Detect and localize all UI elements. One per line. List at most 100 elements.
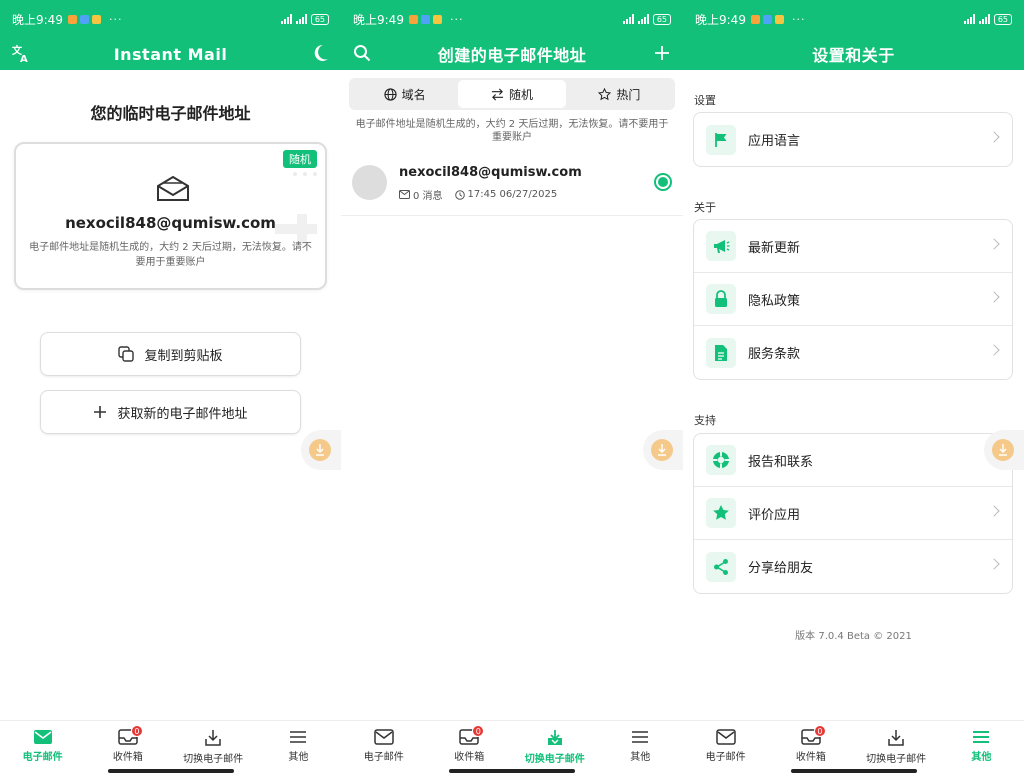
svg-text:A: A [20,54,28,63]
tab-popular[interactable]: 热门 [566,80,673,108]
notification-icons [408,14,442,24]
created-time: 17:45 06/27/2025 [454,189,558,200]
nav-mail[interactable]: 电子邮件 [0,721,85,778]
signal-icon [978,14,990,24]
inbox-count-badge: 0 [472,725,485,737]
support-item-rate[interactable]: 评价应用 [694,487,1012,540]
lifebuoy-icon [706,445,736,475]
page-title: 设置和关于 [812,46,895,65]
screen-settings: 晚上9:49 ··· 65 设置和关于 设置 应用语言 关于 最新更新 隐私政策… [683,0,1024,778]
section-settings: 设置 [694,94,716,107]
tab-random[interactable]: 随机 [458,80,566,108]
inbox-count-badge: 0 [130,725,143,737]
pin-icon [992,439,1014,461]
home-indicator[interactable] [449,769,575,773]
status-time: 晚上9:49 [12,12,63,27]
support-item-share[interactable]: 分享给朋友 [694,540,1012,593]
app-title: Instant Mail [113,44,228,64]
mail-icon [374,729,394,745]
status-right: 65 [622,13,671,25]
nav-other[interactable]: 其他 [939,721,1024,778]
bottom-nav: 电子邮件 0 收件箱 切换电子邮件 其他 [0,720,341,778]
floating-assist-button[interactable] [301,430,341,470]
status-bar: 晚上9:49 ··· 65 [0,0,341,38]
status-more: ··· [791,12,806,26]
mode-segmented-control: 域名 随机 热门 [349,78,675,110]
chevron-right-icon [988,291,1000,303]
mail-icon [715,729,736,745]
translate-icon[interactable]: 文A [10,42,32,64]
nav-other-label: 其他 [971,752,992,763]
battery-icon: 65 [993,13,1012,25]
email-card: 随机 nexocil848@qumisw.com 电子邮件地址是随机生成的，大约… [14,142,327,290]
email-note: 电子邮件地址是随机生成的，大约 2 天后过期，无法恢复。请不要用于重要账户 [29,242,312,268]
app-notification-icon [408,14,418,24]
created-time-label: 17:45 06/27/2025 [467,189,558,200]
menu-icon [632,731,649,743]
nav-other[interactable]: 其他 [256,721,341,778]
nav-inbox-label: 收件箱 [454,752,485,763]
dark-mode-icon[interactable] [309,42,331,64]
home-indicator[interactable] [790,769,917,773]
address-row[interactable]: nexocil848@qumisw.com 0 消息 17:45 06/27/2… [341,150,683,216]
random-badge: 随机 [283,150,317,168]
about-item-terms[interactable]: 服务条款 [694,326,1012,379]
pin-icon [651,439,673,461]
address-note: 电子邮件地址是随机生成的，大约 2 天后过期，无法恢复。请不要用于重要账户 [355,119,669,143]
avatar [352,165,387,200]
signal-icon [295,14,307,24]
copy-to-clipboard-button[interactable]: 复制到剪贴板 [40,332,301,376]
selected-radio[interactable] [654,173,672,191]
home-indicator[interactable] [107,769,234,773]
plus-icon [94,406,107,418]
message-count-label: 0 消息 [413,191,443,202]
bottom-nav: 电子邮件 0 收件箱 切换电子邮件 其他 [341,720,683,778]
battery-icon: 65 [310,13,329,25]
about-item-updates[interactable]: 最新更新 [694,220,1012,273]
nav-other[interactable]: 其他 [598,721,684,778]
nav-inbox-label: 收件箱 [795,752,826,763]
notification-icons [750,14,784,24]
top-bar: 晚上9:49 ··· 65 设置和关于 [683,0,1024,70]
status-bar: 晚上9:49 ··· 65 [341,0,683,38]
app-notification-icon [762,14,772,24]
status-right: 65 [280,13,329,25]
floating-assist-button[interactable] [984,430,1024,470]
support-item-label: 评价应用 [748,507,801,523]
copy-label: 复制到剪贴板 [144,348,223,364]
document-icon [706,337,736,368]
inbox-count-badge: 0 [813,725,826,737]
nav-switch-label: 切换电子邮件 [866,754,927,765]
lock-icon [706,284,736,314]
notification-icons [67,14,101,24]
floating-assist-button[interactable] [643,430,683,470]
settings-item-language[interactable]: 应用语言 [694,113,1012,166]
nav-mail-label: 电子邮件 [22,752,63,763]
status-right: 65 [963,13,1012,25]
status-time: 晚上9:49 [695,12,746,27]
row-email: nexocil848@qumisw.com [399,165,582,180]
message-count: 0 消息 [399,187,443,202]
settings-group: 应用语言 [693,112,1013,167]
swap-icon [491,88,504,100]
chevron-right-icon [988,131,1000,143]
about-item-privacy[interactable]: 隐私政策 [694,273,1012,326]
chevron-right-icon [988,505,1000,517]
search-icon[interactable] [351,42,373,64]
email-address[interactable]: nexocil848@qumisw.com [16,214,325,232]
app-notification-icon [79,14,89,24]
add-icon[interactable] [651,42,673,64]
nav-mail[interactable]: 电子邮件 [683,721,768,778]
page-title: 创建的电子邮件地址 [437,46,587,65]
tab-domain[interactable]: 域名 [351,80,458,108]
new-email-label: 获取新的电子邮件地址 [117,406,248,422]
app-notification-icon [420,14,430,24]
new-email-button[interactable]: 获取新的电子邮件地址 [40,390,301,434]
support-item-report[interactable]: 报告和联系 [694,434,1012,487]
nav-mail[interactable]: 电子邮件 [341,721,427,778]
menu-icon [290,731,307,743]
section-support: 支持 [694,414,716,427]
flag-icon [706,124,736,155]
status-bar: 晚上9:49 ··· 65 [683,0,1024,38]
status-time: 晚上9:49 [353,12,404,27]
